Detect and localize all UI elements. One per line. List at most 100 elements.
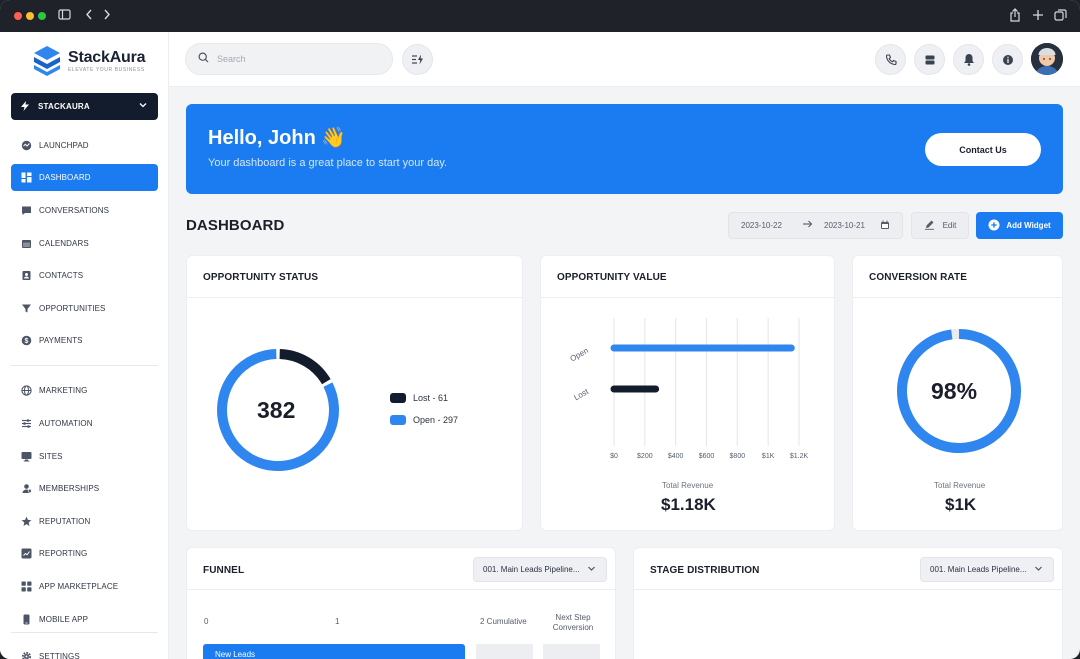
x-tick-label: $800 (730, 453, 746, 460)
sidebar-item-automation[interactable]: AUTOMATION (11, 410, 158, 437)
contact-us-button[interactable]: Contact Us (925, 133, 1041, 166)
funnel-cumulative-cell (476, 644, 533, 659)
calendar-icon (21, 238, 32, 249)
sidebar-item-memberships[interactable]: MEMBERSHIPS (11, 475, 158, 502)
phone-icon (885, 53, 897, 65)
opportunity-value-card: OPPORTUNITY VALUE $0 $200 $400 $600 $800 $1K $… (540, 255, 835, 531)
greeting-subtitle: Your dashboard is a great place to start… (208, 157, 448, 169)
sidebar-item-reporting[interactable]: REPORTING (11, 540, 158, 567)
sidebar-item-marketing[interactable]: MARKETING (11, 377, 158, 404)
mobile-icon (21, 614, 32, 625)
brand-name: StackAura (68, 49, 146, 66)
title-bar (0, 0, 1080, 32)
date-from: 2023-10-22 (741, 221, 782, 230)
sidebar-item-payments[interactable]: $ PAYMENTS (11, 327, 158, 354)
sidebar-item-label: REPORTING (39, 549, 88, 558)
search-icon (198, 50, 209, 68)
sidebar: StackAura ELEVATE YOUR BUSINESS STACKAUR… (0, 32, 169, 659)
card-title: FUNNEL (203, 565, 245, 576)
chevron-down-icon (138, 100, 148, 113)
card-divider (187, 297, 522, 298)
date-range-picker[interactable]: 2023-10-22 2023-10-21 (728, 212, 903, 239)
sidebar-item-label: APP MARKETPLACE (39, 582, 119, 591)
zoom-window-button[interactable] (38, 12, 46, 20)
minimize-window-button[interactable] (26, 12, 34, 20)
search-box[interactable] (185, 43, 393, 75)
funnel-col-next-step: Next Step Conversion (552, 613, 594, 632)
funnel-next-step-cell (543, 644, 600, 659)
card-title: OPPORTUNITY VALUE (557, 272, 667, 283)
sidebar-item-contacts[interactable]: CONTACTS (11, 262, 158, 289)
card-divider (634, 589, 1062, 590)
arrow-right-icon (802, 219, 813, 231)
page-title: DASHBOARD (186, 217, 285, 234)
greeting-title: Hello, John 👋 (208, 127, 347, 149)
quick-actions-button[interactable] (402, 44, 433, 75)
date-to: 2023-10-21 (824, 221, 865, 230)
edit-button[interactable]: Edit (911, 212, 969, 239)
avatar[interactable] (1031, 43, 1063, 75)
legend-swatch-lost (390, 393, 406, 403)
sidebar-item-sites[interactable]: SITES (11, 443, 158, 470)
y-category-label: Lost (572, 387, 590, 403)
total-revenue-label: Total Revenue (662, 481, 714, 490)
sidebar-item-label: CONVERSATIONS (39, 206, 110, 215)
filter-icon (21, 303, 32, 314)
sidebar-item-app-marketplace[interactable]: APP MARKETPLACE (11, 573, 158, 600)
sidebar-item-conversations[interactable]: CONVERSATIONS (11, 197, 158, 224)
sidebar-item-settings[interactable]: SETTINGS (11, 643, 158, 659)
tabs-overview-icon[interactable] (1054, 8, 1067, 26)
conversion-rate-value: 98% (931, 378, 978, 404)
card-title: OPPORTUNITY STATUS (203, 272, 319, 283)
sidebar-item-dashboard[interactable]: DASHBOARD (11, 164, 158, 191)
pipeline-select-label: 001. Main Leads Pipeline... (930, 565, 1027, 574)
sidebar-toggle-icon[interactable] (58, 8, 71, 25)
chevron-down-icon (587, 564, 596, 575)
sidebar-item-label: OPPORTUNITIES (39, 304, 106, 313)
sidebar-item-label: REPUTATION (39, 517, 91, 526)
sidebar-item-launchpad[interactable]: LAUNCHPAD (11, 132, 158, 159)
sidebar-item-reputation[interactable]: REPUTATION (11, 508, 158, 535)
stage-distribution-card: STAGE DISTRIBUTION 001. Main Leads Pipel… (633, 547, 1063, 659)
share-icon[interactable] (1009, 8, 1021, 26)
brand-logo[interactable] (33, 45, 61, 77)
sidebar-divider (11, 365, 158, 366)
info-icon (1002, 54, 1013, 65)
stage-pipeline-select[interactable]: 001. Main Leads Pipeline... (920, 557, 1054, 582)
funnel-axis-0: 0 (204, 617, 209, 626)
x-tick-label: $200 (637, 453, 653, 460)
x-tick-label: $600 (699, 453, 715, 460)
sidebar-item-label: SITES (39, 452, 63, 461)
contacts-icon (21, 270, 32, 281)
sidebar-item-mobile-app[interactable]: MOBILE APP (11, 606, 158, 633)
svg-text:$: $ (25, 338, 29, 345)
globe-icon (21, 385, 32, 396)
forward-icon[interactable] (102, 8, 112, 25)
conversion-rate-card: CONVERSION RATE 98% Total Revenue $1K (852, 255, 1063, 531)
help-button[interactable] (992, 44, 1023, 75)
browser-window: StackAura ELEVATE YOUR BUSINESS STACKAUR… (0, 0, 1080, 659)
funnel-pipeline-select[interactable]: 001. Main Leads Pipeline... (473, 557, 607, 582)
funnel-stage-label: New Leads (215, 650, 256, 659)
star-icon (21, 516, 32, 527)
account-switcher[interactable]: STACKAURA (11, 93, 158, 120)
monitor-icon (21, 451, 32, 462)
legend-item-open: Open - 297 (390, 415, 458, 425)
sidebar-item-calendars[interactable]: CALENDARS (11, 230, 158, 257)
card-title: STAGE DISTRIBUTION (650, 565, 760, 576)
close-window-button[interactable] (14, 12, 22, 20)
phone-button[interactable] (875, 44, 906, 75)
notifications-button[interactable] (953, 44, 984, 75)
x-tick-label: $1.2K (790, 453, 809, 460)
search-input[interactable] (217, 54, 377, 64)
funnel-bar-new-leads: New Leads (203, 644, 465, 659)
new-tab-icon[interactable] (1032, 8, 1044, 26)
sidebar-item-opportunities[interactable]: OPPORTUNITIES (11, 295, 158, 322)
opportunity-value-bar-chart: $0 $200 $400 $600 $800 $1K $1.2K Open Lost (569, 318, 809, 460)
back-icon[interactable] (84, 8, 94, 25)
apps-icon (21, 581, 32, 592)
storage-button[interactable] (914, 44, 945, 75)
gear-icon (21, 651, 32, 659)
account-name: STACKAURA (38, 102, 90, 111)
add-widget-button[interactable]: Add Widget (976, 212, 1063, 239)
